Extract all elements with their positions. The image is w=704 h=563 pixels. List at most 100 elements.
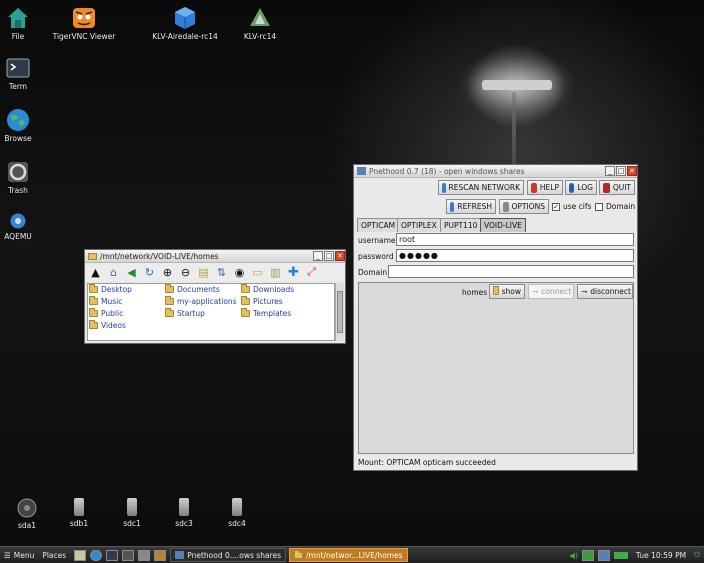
maximize-button[interactable]: □ [616, 166, 626, 176]
username-field[interactable]: root [396, 233, 634, 246]
domain-checkbox[interactable]: Domain [595, 202, 635, 211]
folder-item[interactable]: my-applications [165, 296, 237, 306]
desktop-icon-tigervnc[interactable]: TigerVNC Viewer [39, 6, 129, 41]
home-icon[interactable]: ⌂ [106, 265, 121, 280]
refresh-icon[interactable]: ↻ [142, 265, 157, 280]
sort-icon[interactable]: ⇅ [214, 265, 229, 280]
folder-item[interactable]: Documents [165, 284, 220, 294]
workspace-2-icon[interactable] [138, 549, 151, 561]
pnethood-tray-icon[interactable] [597, 549, 610, 561]
zoom-in-icon[interactable]: ⊕ [160, 265, 175, 280]
connect-button[interactable]: ⊸ connect [528, 284, 574, 299]
browser-launcher-icon[interactable] [90, 549, 103, 561]
tab-optiplex[interactable]: OPTIPLEX [397, 218, 441, 232]
file-manager-launcher-icon[interactable] [74, 549, 87, 561]
new-file-icon[interactable]: ▥ [268, 265, 283, 280]
disconnect-button[interactable]: ⊸ disconnect [577, 284, 633, 299]
clock[interactable]: Tue 10:59 PM [632, 548, 690, 563]
drive-sda1[interactable]: sda1 [7, 498, 47, 530]
help-button[interactable]: HELP [527, 180, 563, 195]
info-icon [569, 182, 575, 193]
password-label: password [358, 252, 394, 261]
drive-sdc1[interactable]: sdc1 [112, 498, 152, 528]
desktop-icon-klv[interactable]: KLV-rc14 [215, 6, 305, 41]
drive-sdc3[interactable]: sdc3 [164, 498, 204, 528]
show-desktop-icon[interactable] [154, 549, 167, 561]
volume-icon[interactable]: ◀) [569, 551, 578, 560]
fullscreen-icon[interactable]: ⤢ [304, 265, 319, 280]
help-icon [531, 182, 537, 193]
unplug-icon: ⊸ [581, 287, 588, 296]
folder-icon [241, 308, 250, 317]
folder-item[interactable]: Videos [89, 320, 126, 330]
drive-sdc4[interactable]: sdc4 [217, 498, 257, 528]
folder-item[interactable]: Pictures [241, 296, 283, 306]
domain-label: Domain [358, 268, 388, 277]
places-button[interactable]: Places [38, 548, 70, 563]
taskbar: ☰ Menu Places Pnethood 0....ows shares /… [0, 546, 704, 563]
log-button[interactable]: LOG [565, 180, 597, 195]
folder-icon [165, 308, 174, 317]
battery-icon[interactable] [613, 551, 628, 559]
task-file-manager[interactable]: /mnt/networ...LIVE/homes [288, 548, 408, 562]
tab-void-live[interactable]: VOID-LIVE [480, 218, 526, 232]
checkbox-box[interactable] [595, 202, 603, 211]
zoom-out-icon[interactable]: ⊖ [178, 265, 193, 280]
rescan-network-button[interactable]: RESCAN NETWORK [438, 180, 524, 195]
folder-item[interactable]: Desktop [89, 284, 132, 294]
folder-item[interactable]: Templates [241, 308, 291, 318]
usb-drive-icon [127, 498, 137, 516]
pnethood-titlebar[interactable]: Pnethood 0.7 (18) - open windows shares … [354, 165, 637, 178]
back-icon[interactable]: ◀ [124, 265, 139, 280]
trash-icon [8, 162, 28, 182]
close-button[interactable]: ✕ [627, 166, 637, 176]
folder-icon [88, 252, 97, 260]
task-pnethood[interactable]: Pnethood 0....ows shares [170, 548, 286, 562]
desktop-icon-aqemu[interactable]: AQEMU [0, 212, 63, 241]
checkbox-box[interactable]: ✓ [552, 202, 560, 211]
scrollbar-thumb[interactable] [337, 291, 343, 333]
file-manager-titlebar[interactable]: /mnt/network/VOID-LIVE/homes _ □ ✕ [85, 250, 345, 263]
maximize-button[interactable]: □ [324, 251, 334, 261]
network-status-icon[interactable] [581, 549, 594, 561]
tab-pupt110[interactable]: PUPT110 [440, 218, 482, 232]
shutdown-button[interactable]: ⏻ [690, 548, 704, 563]
folder-item[interactable]: Music [89, 296, 122, 306]
use-cifs-checkbox[interactable]: ✓ use cifs [552, 202, 591, 211]
folder-item[interactable]: Startup [165, 308, 205, 318]
desktop-icon-term[interactable]: Term [0, 56, 63, 91]
show-button[interactable]: show [489, 284, 525, 299]
desktop-icon-browse[interactable]: Browse [0, 108, 63, 143]
folder-item[interactable]: Public [89, 308, 123, 318]
home-folder-icon [8, 8, 28, 28]
vertical-scrollbar[interactable] [335, 283, 344, 341]
minimize-button[interactable]: _ [313, 251, 323, 261]
folder-icon [293, 549, 303, 559]
refresh-button[interactable]: REFRESH [446, 199, 496, 214]
add-icon[interactable]: ✚ [286, 265, 301, 280]
minimize-button[interactable]: _ [605, 166, 615, 176]
lamp-arm [482, 80, 552, 90]
folder-item[interactable]: Downloads [241, 284, 294, 294]
share-name: homes [462, 288, 488, 297]
window-title: /mnt/network/VOID-LIVE/homes [100, 251, 219, 261]
workspace-1-icon[interactable] [122, 549, 135, 561]
terminal-launcher-icon[interactable] [106, 549, 119, 561]
domain-field[interactable] [388, 265, 634, 278]
resize-icon[interactable]: ▤ [196, 265, 211, 280]
close-button[interactable]: ✕ [335, 251, 345, 261]
tab-opticam[interactable]: OPTICAM [357, 218, 400, 232]
desktop-icon-trash[interactable]: Trash [0, 160, 63, 195]
cube-icon [175, 7, 195, 29]
drive-sdb1[interactable]: sdb1 [59, 498, 99, 528]
menu-button[interactable]: ☰ Menu [0, 548, 38, 563]
klv-icon [250, 8, 270, 26]
options-button[interactable]: OPTIONS [499, 199, 549, 214]
quit-button[interactable]: QUIT [599, 180, 635, 195]
system-tray: ◀) [565, 548, 632, 563]
new-folder-icon[interactable]: ▭ [250, 265, 265, 280]
up-arrow-icon[interactable]: ▲ [88, 265, 103, 280]
folder-icon [89, 308, 98, 317]
password-field[interactable]: ●●●●● [396, 249, 634, 262]
eye-icon[interactable]: ◉ [232, 265, 247, 280]
